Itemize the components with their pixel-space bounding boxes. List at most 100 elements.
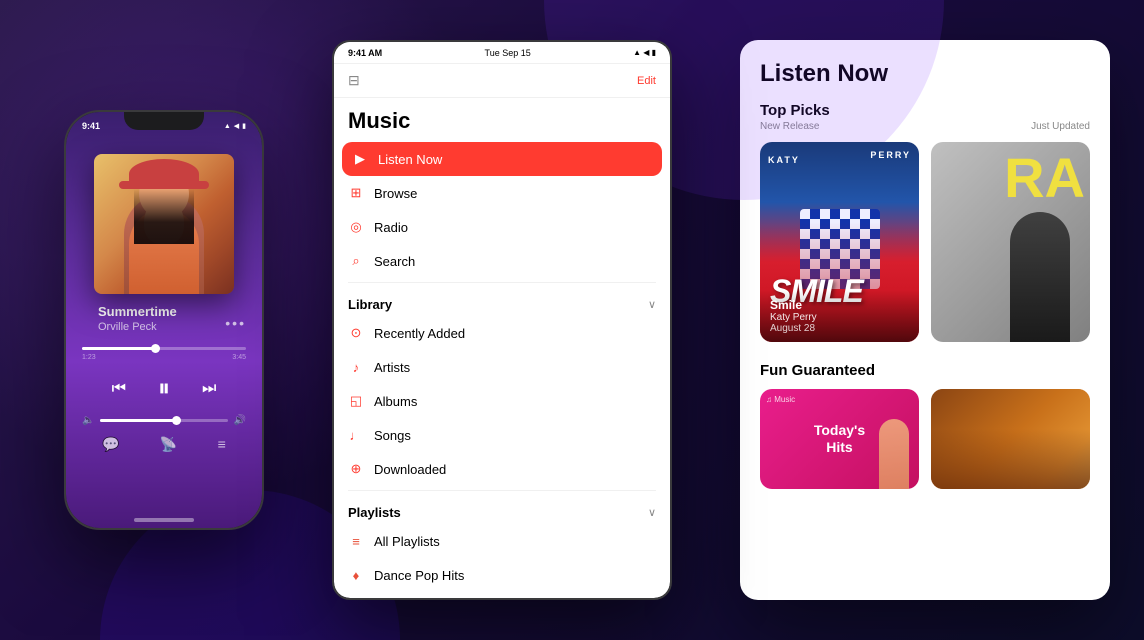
- main-scene: 9:41 ▲ ◀ ▮ Summertime Orv: [0, 0, 1144, 640]
- fast-forward-button[interactable]: ⏭: [202, 380, 216, 398]
- album-art: [94, 154, 234, 294]
- fun-guaranteed-label: Fun Guaranteed: [760, 362, 1090, 379]
- time-elapsed: 1:23: [82, 354, 96, 361]
- all-playlists-label: All Playlists: [374, 534, 440, 549]
- sidebar-toggle-icon[interactable]: ⊟: [348, 72, 360, 89]
- search-label: Search: [374, 254, 415, 269]
- playlists-section-header: Playlists ∨: [334, 495, 670, 524]
- sidebar-item-browse[interactable]: ⊞ Browse: [334, 176, 670, 210]
- downloaded-label: Downloaded: [374, 462, 446, 477]
- album-card-ra[interactable]: RA: [931, 142, 1090, 342]
- top-picks-label: Top Picks: [760, 102, 1090, 119]
- iphone-home-bar: [134, 518, 194, 522]
- more-options-button[interactable]: •••: [225, 315, 246, 331]
- play-pause-button[interactable]: ⏸: [146, 371, 182, 407]
- recently-added-icon: ⊙: [348, 325, 364, 341]
- all-playlists-icon: ≡: [348, 533, 364, 549]
- sidebar-item-downloaded[interactable]: ⊕ Downloaded: [334, 452, 670, 486]
- todays-hits-text: Today's Hits: [814, 422, 865, 456]
- airplay-button[interactable]: 📡: [160, 436, 177, 453]
- divider-2: [348, 490, 656, 491]
- song-artist: Orville Peck: [98, 321, 209, 333]
- library-chevron-icon[interactable]: ∨: [648, 298, 656, 311]
- downloaded-icon: ⊕: [348, 461, 364, 477]
- ipad-content: ⊟ Edit Music ▶ Listen Now ⊞ Browse: [334, 64, 670, 598]
- album-card-smile[interactable]: KATY PERRY SMILE Smile Katy Perry: [760, 142, 919, 342]
- sidebar-item-radio[interactable]: ◎ Radio: [334, 210, 670, 244]
- fun-card-2[interactable]: [931, 389, 1090, 489]
- iphone-power-btn: [262, 202, 264, 252]
- library-title: Library: [348, 297, 392, 312]
- divider-1: [348, 282, 656, 283]
- listen-now-icon: ▶: [352, 151, 368, 167]
- sidebar-item-all-playlists[interactable]: ≡ All Playlists: [334, 524, 670, 558]
- figure-fringe: [134, 189, 194, 244]
- library-section-header: Library ∨: [334, 287, 670, 316]
- sidebar-item-alt-ctrl[interactable]: ★ ALT-CTRL: [334, 592, 670, 598]
- volume-area: 🔈 🔊: [66, 411, 262, 430]
- iphone-device: 9:41 ▲ ◀ ▮ Summertime Orv: [64, 110, 264, 530]
- queue-button[interactable]: ≡: [218, 436, 226, 453]
- edit-button[interactable]: Edit: [637, 75, 656, 87]
- ipad-status-icons: ▲ ◀ ▮: [633, 48, 656, 57]
- listen-now-label: Listen Now: [378, 152, 442, 167]
- iphone-screen: 9:41 ▲ ◀ ▮ Summertime Orv: [66, 112, 262, 528]
- listen-now-content: Listen Now Top Picks New Release Just Up…: [740, 40, 1110, 600]
- apple-music-logo: ♫ Music: [766, 395, 795, 404]
- album-art-hat: [129, 159, 199, 189]
- song-info: Summertime Orville Peck: [82, 304, 225, 333]
- dance-pop-label: Dance Pop Hits: [374, 568, 464, 583]
- albums-label: Albums: [374, 394, 417, 409]
- radio-icon: ◎: [348, 219, 364, 235]
- iphone-notch: [124, 112, 204, 130]
- todays-line2: Hits: [814, 439, 865, 456]
- artists-icon: ♪: [348, 359, 364, 375]
- ra-album-bg: RA: [931, 142, 1090, 342]
- playlists-chevron-icon[interactable]: ∨: [648, 506, 656, 519]
- recently-added-label: Recently Added: [374, 326, 465, 341]
- new-release-text: New Release: [760, 121, 819, 132]
- ipad-device: 9:41 AM Tue Sep 15 ▲ ◀ ▮ ⊟ Edit Music ▶ …: [332, 40, 672, 600]
- sidebar-item-albums[interactable]: ◱ Albums: [334, 384, 670, 418]
- albums-icon: ◱: [348, 393, 364, 409]
- rewind-button[interactable]: ⏮: [112, 380, 126, 398]
- search-icon: ⌕: [348, 253, 364, 269]
- listen-now-panel: Listen Now Top Picks New Release Just Up…: [740, 40, 1110, 600]
- fun-card-todays-hits[interactable]: ♫ Music Today's Hits: [760, 389, 919, 489]
- iphone-time: 9:41: [82, 121, 100, 131]
- album-artist: Katy Perry: [770, 312, 909, 323]
- bottom-controls: 💬 📡 ≡: [66, 430, 262, 459]
- browse-icon: ⊞: [348, 185, 364, 201]
- volume-bar[interactable]: [100, 419, 227, 422]
- sidebar-item-songs[interactable]: ♩ Songs: [334, 418, 670, 452]
- time-labels: 1:23 3:45: [82, 354, 246, 361]
- sidebar-item-listen-now[interactable]: ▶ Listen Now: [342, 142, 662, 176]
- ipad-sidebar: Music ▶ Listen Now ⊞ Browse ◎ Radio: [334, 98, 670, 598]
- perry-text: PERRY: [870, 150, 911, 160]
- sidebar-item-dance-pop-hits[interactable]: ♦ Dance Pop Hits: [334, 558, 670, 592]
- ipad-status-bar: 9:41 AM Tue Sep 15 ▲ ◀ ▮: [334, 42, 670, 64]
- album-name: Smile: [770, 298, 909, 312]
- song-info-row: Summertime Orville Peck •••: [66, 304, 262, 341]
- progress-bar[interactable]: [82, 347, 246, 350]
- volume-low-icon: 🔈: [82, 415, 94, 426]
- sidebar-item-recently-added[interactable]: ⊙ Recently Added: [334, 316, 670, 350]
- progress-fill: [82, 347, 156, 350]
- volume-fill: [100, 419, 176, 422]
- fun-card-2-gradient: [931, 429, 1090, 489]
- sidebar-item-search[interactable]: ⌕ Search: [334, 244, 670, 278]
- radio-label: Radio: [374, 220, 408, 235]
- ipad-screen: 9:41 AM Tue Sep 15 ▲ ◀ ▮ ⊟ Edit Music ▶ …: [334, 42, 670, 598]
- browse-label: Browse: [374, 186, 417, 201]
- fun-figure: [879, 419, 909, 489]
- playlists-title: Playlists: [348, 505, 401, 520]
- songs-label: Songs: [374, 428, 411, 443]
- ipad-time: 9:41 AM: [348, 48, 382, 58]
- ipad-date: Tue Sep 15: [485, 48, 531, 58]
- lyrics-button[interactable]: 💬: [102, 436, 119, 453]
- iphone-status-icons: ▲ ◀ ▮: [224, 122, 246, 130]
- sidebar-item-artists[interactable]: ♪ Artists: [334, 350, 670, 384]
- sidebar-music-title: Music: [334, 98, 670, 142]
- album-date: August 28: [770, 323, 909, 334]
- playback-controls: ⏮ ⏸ ⏭: [66, 367, 262, 411]
